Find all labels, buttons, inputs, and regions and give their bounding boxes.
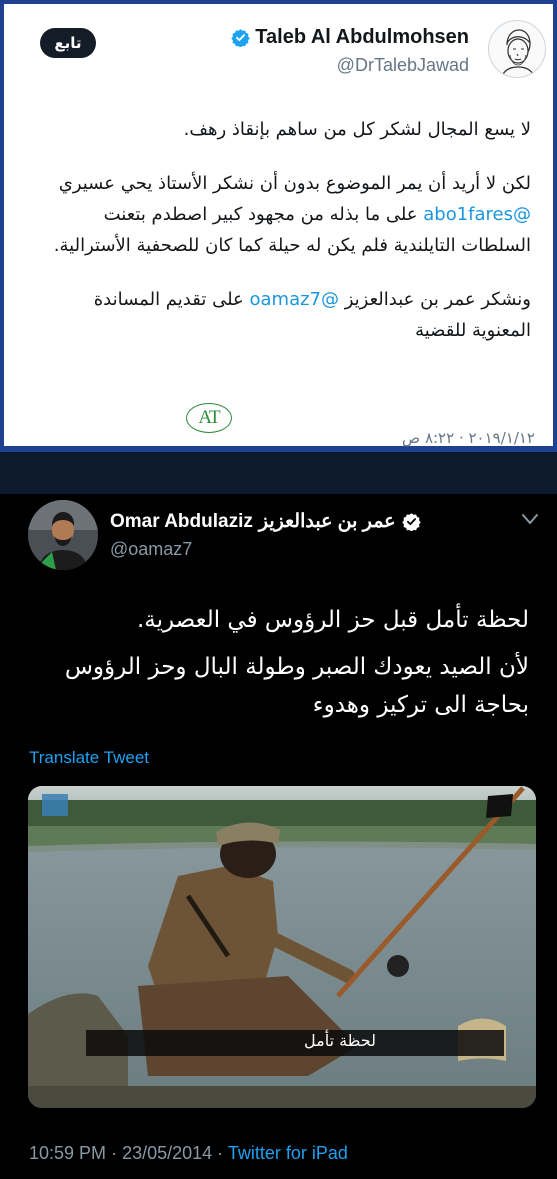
meta-separator: · xyxy=(217,1143,228,1163)
tweet-paragraph: لكن لا أريد أن يمر الموضوع بدون أن نشكر … xyxy=(44,168,531,261)
verified-badge-icon xyxy=(231,29,250,47)
mention-link[interactable]: @abo1fares xyxy=(423,204,531,225)
avatar[interactable] xyxy=(28,500,98,570)
sketch-portrait-icon xyxy=(500,29,536,77)
tweet-body: لحظة تأمل قبل حز الرؤوس في العصرية. لأن … xyxy=(24,601,529,733)
dark-tweet-card: Omar Abdulaziz عمر بن عبدالعزيز @oamaz7 … xyxy=(0,494,557,1179)
fishing-photo xyxy=(28,786,536,1108)
tweet-body: لا يسع المجال لشكر كل من ساهم بإنقاذ رهف… xyxy=(44,114,531,369)
author-handle: @oamaz7 xyxy=(110,539,193,559)
author-name: Omar Abdulaziz xyxy=(110,510,253,532)
image-caption: لحظة تأمل xyxy=(304,1031,377,1050)
tweet-line: لحظة تأمل قبل حز الرؤوس في العصرية. xyxy=(136,607,529,633)
author-handle: @DrTalebJawad xyxy=(336,55,469,75)
light-tweet-card: تابع Taleb Al Abdulmohsen @DrTalebJawad … xyxy=(0,0,557,452)
tweet-time[interactable]: 10:59 PM xyxy=(29,1143,106,1163)
image-caption-bar: لحظة تأمل xyxy=(86,1030,504,1056)
follow-button[interactable]: تابع xyxy=(40,28,96,58)
tweet-source-link[interactable]: Twitter for iPad xyxy=(228,1143,348,1163)
author-name-arabic: عمر بن عبدالعزيز xyxy=(258,511,396,532)
tweet-paragraph: ونشكر عمر بن عبدالعزيز @oamaz7 على تقديم… xyxy=(44,284,531,346)
profile-photo xyxy=(28,500,98,570)
tweet-image[interactable]: لحظة تأمل xyxy=(28,786,536,1108)
author-name: Taleb Al Abdulmohsen xyxy=(255,26,469,48)
tweet-author[interactable]: Omar Abdulaziz عمر بن عبدالعزيز @oamaz7 xyxy=(110,510,421,560)
tweet-date[interactable]: 23/05/2014 xyxy=(122,1143,212,1163)
translate-tweet-link[interactable]: Translate Tweet xyxy=(29,748,149,768)
tweet-line: لأن الصيد يعودك الصبر وطولة البال وحز ال… xyxy=(64,654,529,718)
tweet-meta: 10:59 PM · 23/05/2014 · Twitter for iPad xyxy=(29,1143,348,1164)
meta-separator: · xyxy=(111,1143,123,1163)
mention-link[interactable]: @oamaz7 xyxy=(250,289,340,310)
tweet-text: لكن لا أريد أن يمر الموضوع بدون أن نشكر … xyxy=(58,173,531,194)
tweet-text: ونشكر عمر بن عبدالعزيز xyxy=(339,289,531,310)
verified-badge-icon xyxy=(401,513,421,531)
tweet-author[interactable]: Taleb Al Abdulmohsen @DrTalebJawad xyxy=(231,26,469,76)
at-watermark-logo: AT xyxy=(186,403,232,433)
chevron-down-icon[interactable] xyxy=(521,512,539,526)
tweet-paragraph: لا يسع المجال لشكر كل من ساهم بإنقاذ رهف… xyxy=(183,119,531,140)
avatar[interactable] xyxy=(488,20,546,78)
tweet-timestamp[interactable]: ٢٠١٩/١/١٢ · ٨:٢٢ ص xyxy=(402,429,535,447)
